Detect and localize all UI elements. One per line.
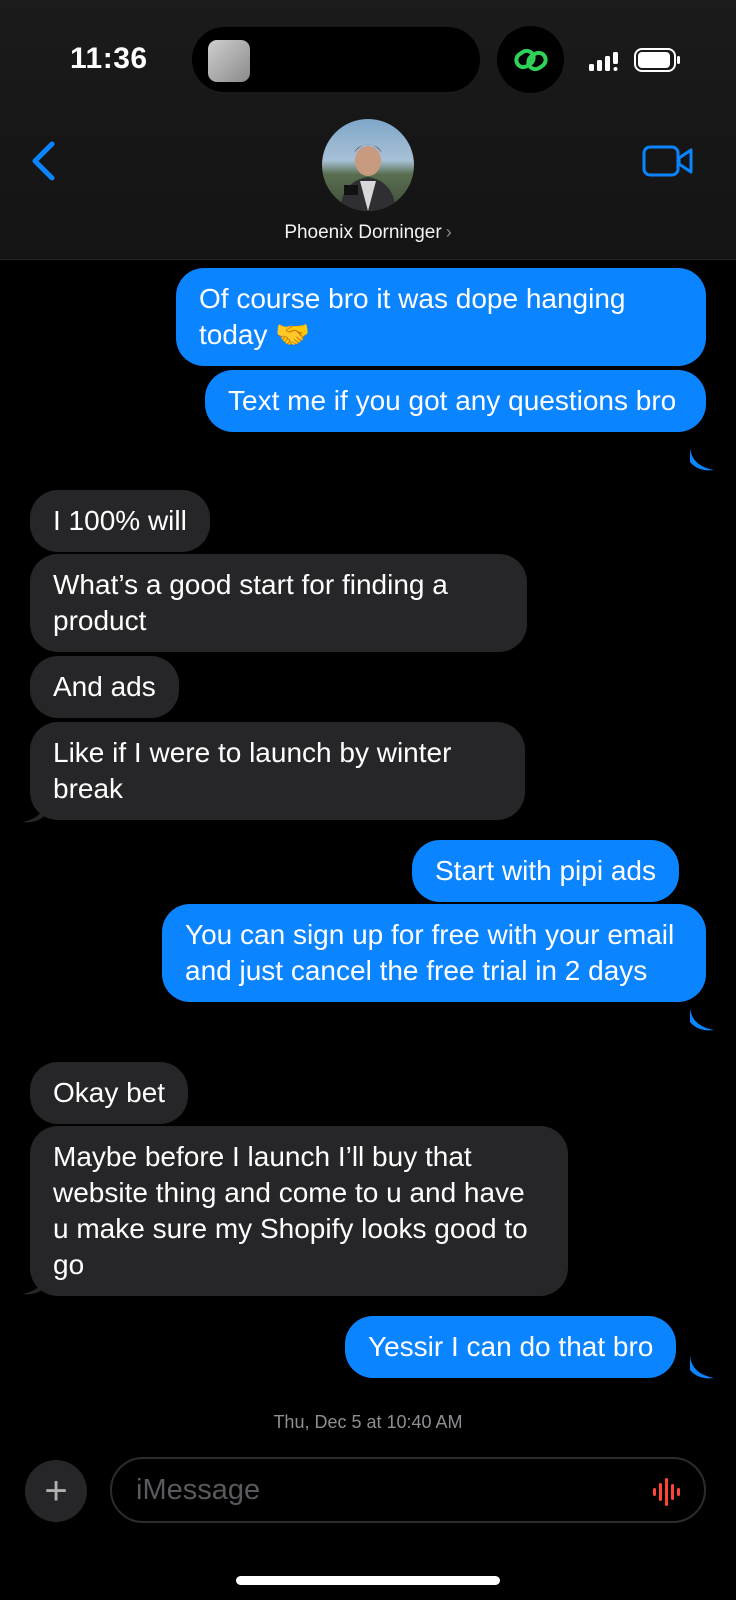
cellular-signal-icon: [589, 52, 618, 71]
status-bar: 11:36: [0, 0, 736, 110]
message-bubble-received[interactable]: What’s a good start for finding a produc…: [30, 554, 527, 652]
bubble-tail: [22, 800, 46, 823]
battery-icon: [634, 48, 680, 72]
add-attachment-button[interactable]: +: [25, 1460, 87, 1522]
imessage-placeholder: iMessage: [136, 1474, 261, 1506]
message-bubble-sent[interactable]: You can sign up for free with your email…: [162, 904, 706, 1002]
message-bubble-sent[interactable]: Start with pipi ads: [412, 840, 679, 902]
status-time: 11:36: [70, 42, 148, 75]
imessage-input[interactable]: iMessage: [110, 1457, 706, 1523]
message-bubble-received[interactable]: I 100% will: [30, 490, 210, 552]
message-timestamp: Thu, Dec 5 at 10:40 AM: [273, 1412, 463, 1432]
audio-waveform-icon[interactable]: [652, 1477, 684, 1507]
message-bubble-received[interactable]: Okay bet: [30, 1062, 189, 1124]
contact-name[interactable]: Phoenix Dorninger ›: [0, 222, 736, 244]
message-bubble-sent[interactable]: Text me if you got any questions bro: [205, 370, 706, 432]
bubble-tail: [690, 448, 714, 471]
contact-avatar[interactable]: [322, 119, 414, 211]
dynamic-island[interactable]: [191, 26, 481, 93]
message-bubble-received[interactable]: And ads: [30, 656, 179, 718]
bubble-tail: [22, 1272, 46, 1295]
home-indicator[interactable]: [236, 1576, 500, 1585]
back-chevron-icon[interactable]: [30, 140, 58, 182]
message-bubble-received[interactable]: Maybe before I launch I’ll buy that webs…: [30, 1126, 568, 1296]
bubble-tail: [690, 1008, 714, 1031]
message-bubble-received[interactable]: Like if I were to launch by winter break: [30, 722, 525, 820]
contact-chevron-icon: ›: [445, 222, 452, 242]
link-activity-icon[interactable]: [497, 26, 564, 93]
bubble-tail: [690, 1356, 714, 1379]
message-bubble-sent[interactable]: Of course bro it was dope hanging today …: [176, 268, 706, 366]
contact-name-text: Phoenix Dorninger: [284, 222, 442, 243]
message-bubble-sent[interactable]: Yessir I can do that bro: [345, 1316, 677, 1378]
plus-icon: +: [44, 1469, 68, 1513]
facetime-video-icon[interactable]: [642, 144, 694, 178]
now-playing-thumbnail: [208, 40, 250, 82]
